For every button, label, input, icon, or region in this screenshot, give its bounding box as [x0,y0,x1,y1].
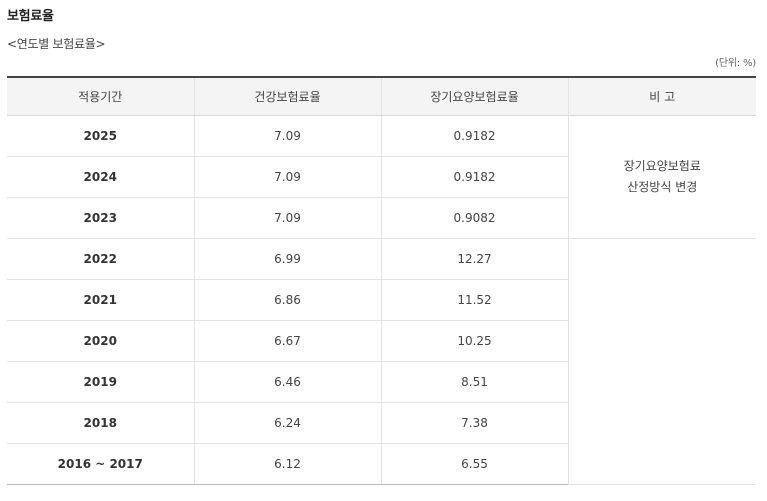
health-rate-cell: 6.99 [193,238,381,280]
remarks-empty-cell [567,238,756,485]
ltc-rate-cell: 0.9182 [380,156,568,198]
period-cell: 2016 ~ 2017 [7,443,194,485]
header-remarks: 비 고 [567,76,756,116]
header-health-rate: 건강보험료율 [193,76,381,116]
health-rate-cell: 6.67 [193,320,381,362]
period-cell: 2023 [7,197,194,239]
insurance-rate-table: 적용기간 건강보험료율 장기요양보험료율 비 고 2025 7.09 0.918… [7,76,756,485]
header-period: 적용기간 [7,76,194,116]
ltc-rate-cell: 0.9082 [380,197,568,239]
health-rate-cell: 7.09 [193,156,381,198]
period-cell: 2024 [7,156,194,198]
period-cell: 2018 [7,402,194,444]
health-rate-cell: 6.12 [193,443,381,485]
unit-note: (단위: %) [715,58,756,69]
table-row: 2025 7.09 0.9182 장기요양보험료 산정방식 변경 [7,115,756,239]
health-rate-cell: 7.09 [193,197,381,239]
ltc-rate-cell: 0.9182 [380,115,568,157]
ltc-rate-cell: 12.27 [380,238,568,280]
page-title: 보험료율 [7,9,54,24]
remarks-cell: 장기요양보험료 산정방식 변경 [567,115,756,239]
health-rate-cell: 7.09 [193,115,381,157]
header-ltc-rate: 장기요양보험료율 [380,76,568,116]
ltc-rate-cell: 6.55 [380,443,568,485]
ltc-rate-cell: 8.51 [380,361,568,403]
health-rate-cell: 6.46 [193,361,381,403]
ltc-rate-cell: 7.38 [380,402,568,444]
period-cell: 2025 [7,115,194,157]
ltc-rate-cell: 10.25 [380,320,568,362]
table-caption: <연도별 보험료율> [7,37,106,51]
table-row: 2022 6.99 12.27 [7,238,756,485]
health-rate-cell: 6.86 [193,279,381,321]
period-cell: 2019 [7,361,194,403]
period-cell: 2020 [7,320,194,362]
ltc-rate-cell: 11.52 [380,279,568,321]
remarks-line-2: 산정방식 변경 [627,180,698,194]
period-cell: 2022 [7,238,194,280]
health-rate-cell: 6.24 [193,402,381,444]
remarks-line-1: 장기요양보험료 [623,159,701,173]
period-cell: 2021 [7,279,194,321]
table-header-row: 적용기간 건강보험료율 장기요양보험료율 비 고 [7,76,756,116]
